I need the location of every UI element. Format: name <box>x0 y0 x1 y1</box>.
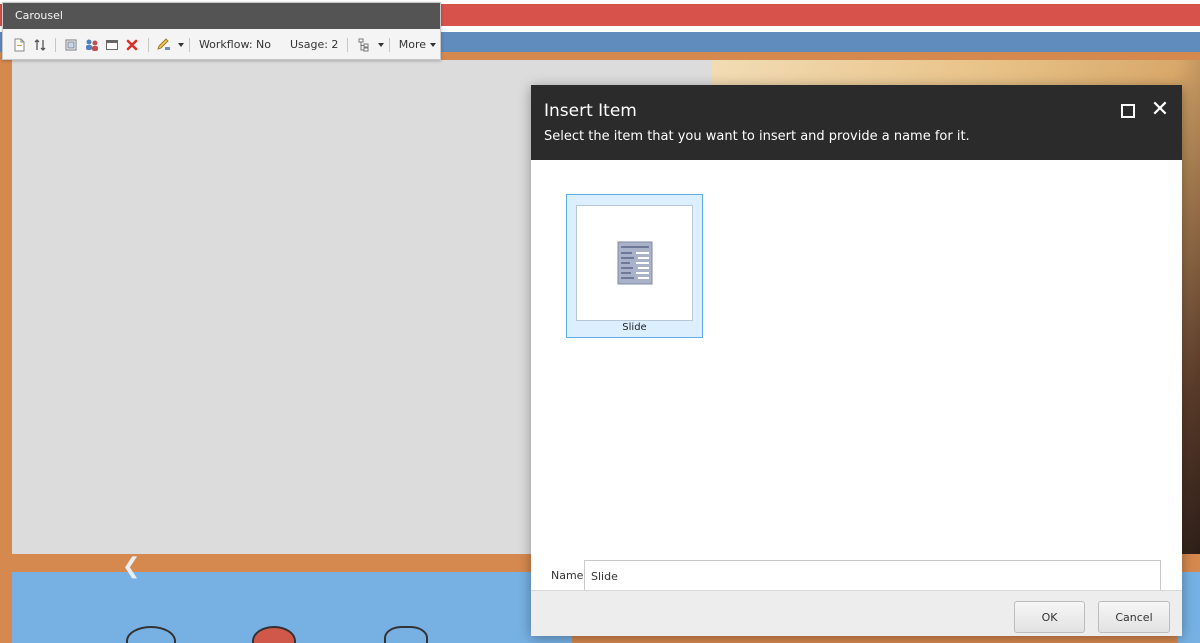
change-layout-icon[interactable] <box>104 36 120 54</box>
close-icon[interactable]: ✕ <box>1149 99 1171 121</box>
edit-icon[interactable] <box>156 36 172 54</box>
component-chrome: Carousel Workflow: No Usage: 2 More <box>2 2 441 60</box>
ok-button[interactable]: OK <box>1014 601 1085 633</box>
toolbar-separator <box>388 37 390 52</box>
toolbar-separator <box>54 37 56 52</box>
dialog-title: Insert Item <box>544 101 637 121</box>
toolbar-separator <box>147 37 149 52</box>
personalize-icon[interactable] <box>83 36 99 54</box>
dialog-footer: OK Cancel <box>531 590 1182 636</box>
more-menu-label: More <box>398 38 426 51</box>
carousel-prev-chevron-icon[interactable]: ❮ <box>122 556 140 578</box>
cancel-button[interactable]: Cancel <box>1098 601 1170 633</box>
workflow-status: Workflow: No <box>198 38 272 51</box>
chrome-toolbar: Workflow: No Usage: 2 More <box>3 29 440 60</box>
insert-item-dialog: Insert Item Select the item that you wan… <box>531 85 1182 636</box>
dialog-body: Slide Name: <box>531 160 1182 592</box>
name-input[interactable] <box>584 560 1161 592</box>
delete-icon[interactable] <box>124 36 140 54</box>
sort-icon[interactable] <box>31 36 47 54</box>
tree-structure-icon[interactable] <box>355 36 371 54</box>
chevron-down-icon <box>430 42 436 47</box>
usage-count[interactable]: Usage: 2 <box>286 38 342 51</box>
tree-dropdown-chevron-down-icon[interactable] <box>377 42 384 47</box>
toolbar-separator <box>347 37 349 52</box>
select-datasource-icon[interactable] <box>63 36 79 54</box>
illustration-figure <box>384 626 428 643</box>
slide-template-icon <box>617 241 652 285</box>
new-item-icon[interactable] <box>11 36 27 54</box>
insert-option-label: Slide <box>622 322 647 333</box>
toolbar-separator <box>280 38 281 52</box>
insert-option-thumbnail <box>576 205 693 321</box>
dialog-header: Insert Item Select the item that you wan… <box>531 85 1182 160</box>
name-field-label: Name: <box>551 569 588 582</box>
insert-option-slide[interactable]: Slide <box>566 194 703 338</box>
more-menu-button[interactable]: More <box>395 38 440 51</box>
dialog-subtitle: Select the item that you want to insert … <box>544 129 970 144</box>
edit-dropdown-chevron-down-icon[interactable] <box>178 42 185 47</box>
toolbar-separator <box>189 37 190 52</box>
maximize-icon[interactable] <box>1121 104 1135 118</box>
chrome-title: Carousel <box>3 3 440 29</box>
